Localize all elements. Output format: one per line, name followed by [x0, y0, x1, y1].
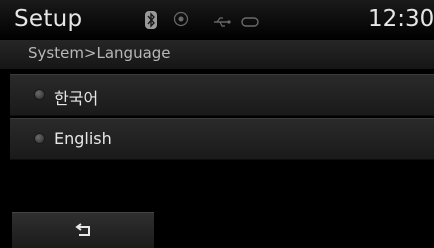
breadcrumb-text: System>Language	[28, 44, 171, 62]
language-option-korean[interactable]: 한국어	[10, 74, 434, 116]
breadcrumb: System>Language	[0, 40, 434, 69]
app-title: Setup	[14, 6, 83, 32]
radio-button-icon[interactable]	[35, 134, 44, 143]
status-bar: Setup 12:30	[0, 0, 434, 40]
radio-button-icon[interactable]	[35, 90, 44, 99]
target-icon	[173, 11, 189, 31]
language-label-korean: 한국어	[54, 89, 99, 108]
clock: 12:30	[368, 6, 434, 32]
language-label-english: English	[54, 129, 112, 148]
language-option-english[interactable]: English	[10, 118, 434, 160]
usb-icon	[213, 13, 231, 32]
link-icon	[241, 13, 259, 32]
back-button[interactable]	[12, 212, 154, 248]
back-arrow-icon	[75, 222, 93, 242]
bluetooth-icon	[144, 11, 158, 33]
